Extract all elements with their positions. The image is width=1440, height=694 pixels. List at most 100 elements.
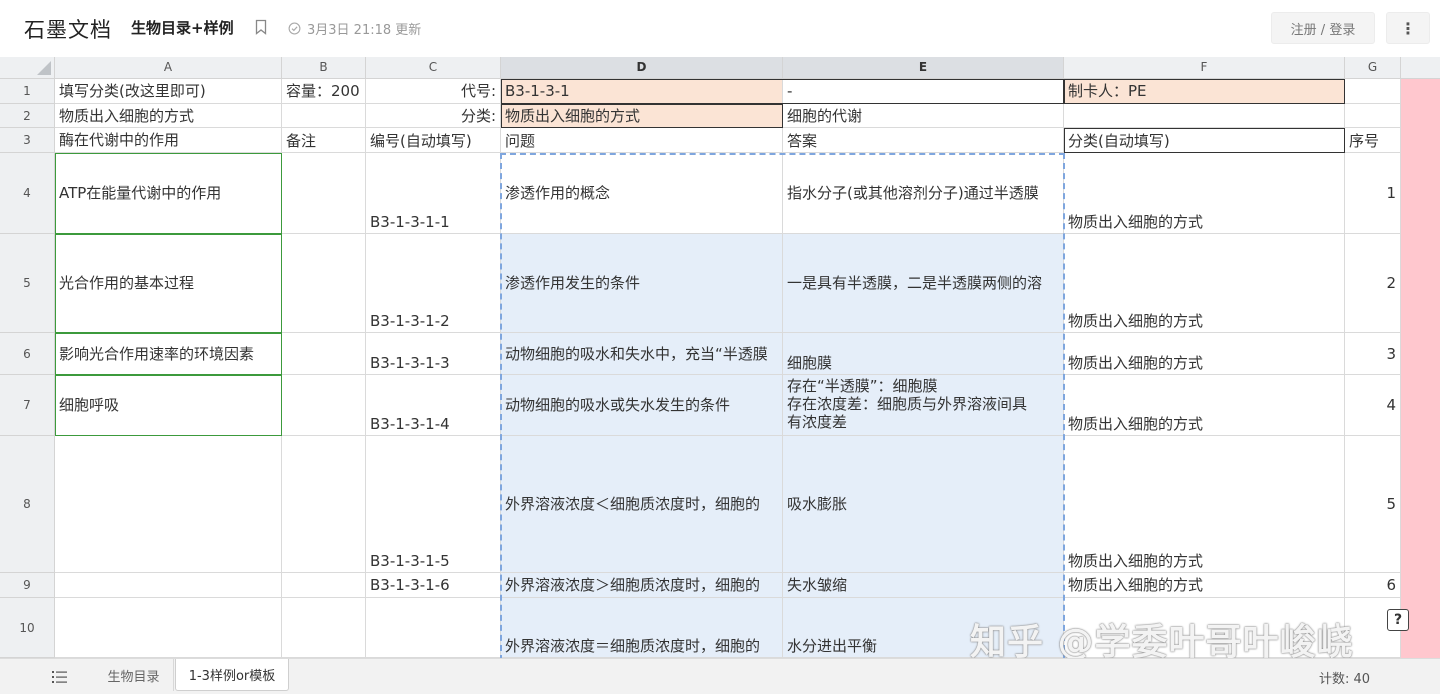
cell-a2[interactable]: 物质出入细胞的方式 (55, 104, 282, 128)
cell-f4[interactable]: 物质出入细胞的方式 (1064, 153, 1345, 234)
cell-a6[interactable]: 影响光合作用速率的环境因素 (55, 333, 282, 375)
cell-c3[interactable]: 编号(自动填写) (366, 128, 501, 153)
cell-e6[interactable]: 细胞膜 (783, 333, 1064, 375)
cell-g2[interactable] (1345, 104, 1401, 128)
select-all-corner[interactable] (0, 57, 55, 79)
cell-f7[interactable]: 物质出入细胞的方式 (1064, 375, 1345, 436)
cell-g5[interactable]: 2 (1345, 234, 1401, 333)
cell-e5[interactable]: 一是具有半透膜，二是半透膜两侧的溶 (783, 234, 1064, 333)
cell-b6[interactable] (282, 333, 366, 375)
cell-g3[interactable]: 序号 (1345, 128, 1401, 153)
cell-d3[interactable]: 问题 (501, 128, 783, 153)
cell-b1[interactable]: 容量：200 (282, 79, 366, 104)
column-header-f[interactable]: F (1064, 57, 1345, 79)
cell-a9[interactable] (55, 573, 282, 598)
cell-c5[interactable]: B3-1-3-1-2 (366, 234, 501, 333)
cell-e10[interactable]: 水分进出平衡 (783, 598, 1064, 658)
column-header-h[interactable] (1401, 57, 1440, 79)
column-header-b[interactable]: B (282, 57, 366, 79)
cell-a3[interactable]: 酶在代谢中的作用 (55, 128, 282, 153)
cell-f8[interactable]: 物质出入细胞的方式 (1064, 436, 1345, 573)
cell-g9[interactable]: 6 (1345, 573, 1401, 598)
cell-b7[interactable] (282, 375, 366, 436)
sheet-tab-biology-catalog[interactable]: 生物目录 (94, 659, 174, 691)
more-options-button[interactable]: ⋮ (1386, 12, 1430, 44)
cell-e2[interactable]: 细胞的代谢 (783, 104, 1064, 128)
cell-a5[interactable]: 光合作用的基本过程 (55, 234, 282, 333)
cell-g4[interactable]: 1 (1345, 153, 1401, 234)
cell-b5[interactable] (282, 234, 366, 333)
sheet-tab-sample-template[interactable]: 1-3样例or模板 (175, 659, 289, 691)
cell-f5[interactable]: 物质出入细胞的方式 (1064, 234, 1345, 333)
cell-a10[interactable] (55, 598, 282, 658)
row-header-7[interactable]: 7 (0, 375, 55, 436)
column-header-e[interactable]: E (783, 57, 1064, 79)
cell-e8[interactable]: 吸水膨胀 (783, 436, 1064, 573)
cell-e4[interactable]: 指水分子(或其他溶剂分子)通过半透膜 (783, 153, 1064, 234)
cell-g1[interactable] (1345, 79, 1401, 104)
cell-c4[interactable]: B3-1-3-1-1 (366, 153, 501, 234)
cell-a7[interactable]: 细胞呼吸 (55, 375, 282, 436)
cell-a8[interactable] (55, 436, 282, 573)
document-title[interactable]: 生物目录+样例 (131, 17, 234, 38)
cell-c1[interactable]: 代号: (366, 79, 501, 104)
row-header-8[interactable]: 8 (0, 436, 55, 573)
help-icon[interactable]: ? (1387, 609, 1409, 631)
cell-d5[interactable]: 渗透作用发生的条件 (501, 234, 783, 333)
cell-f10[interactable] (1064, 598, 1345, 658)
cell-b2[interactable] (282, 104, 366, 128)
row-header-6[interactable]: 6 (0, 333, 55, 375)
cell-f1[interactable]: 制卡人：PE (1064, 79, 1345, 104)
cell-b9[interactable] (282, 573, 366, 598)
spreadsheet-grid[interactable]: A B C D E F G 1 2 3 4 5 6 7 8 9 10 填写分类(… (0, 57, 1440, 658)
cell-e3[interactable]: 答案 (783, 128, 1064, 153)
row-header-5[interactable]: 5 (0, 234, 55, 333)
row-header-4[interactable]: 4 (0, 153, 55, 234)
cell-c7[interactable]: B3-1-3-1-4 (366, 375, 501, 436)
cell-d10[interactable]: 外界溶液浓度＝细胞质浓度时，细胞的 (501, 598, 783, 658)
cell-b8[interactable] (282, 436, 366, 573)
cell-g8[interactable]: 5 (1345, 436, 1401, 573)
cell-g7[interactable]: 4 (1345, 375, 1401, 436)
cell-f6[interactable]: 物质出入细胞的方式 (1064, 333, 1345, 375)
sheet-list-icon[interactable] (50, 668, 70, 686)
row-header-10[interactable]: 10 (0, 598, 55, 658)
row-header-9[interactable]: 9 (0, 573, 55, 598)
column-header-c[interactable]: C (366, 57, 501, 79)
cell-d7[interactable]: 动物细胞的吸水或失水发生的条件 (501, 375, 783, 436)
cell-f3[interactable]: 分类(自动填写) (1064, 128, 1345, 153)
cell-c8[interactable]: B3-1-3-1-5 (366, 436, 501, 573)
cell-d1[interactable]: B3-1-3-1 (501, 79, 783, 104)
cell-c10[interactable] (366, 598, 501, 658)
cell-d4[interactable]: 渗透作用的概念 (501, 153, 783, 234)
app-header: 石墨文档 生物目录+样例 3月3日 21:18 更新 注册 / 登录 ⋮ (0, 0, 1440, 58)
cell-b4[interactable] (282, 153, 366, 234)
cell-a4[interactable]: ATP在能量代谢中的作用 (55, 153, 282, 234)
cell-f9[interactable]: 物质出入细胞的方式 (1064, 573, 1345, 598)
cell-c9[interactable]: B3-1-3-1-6 (366, 573, 501, 598)
login-button[interactable]: 注册 / 登录 (1271, 12, 1375, 44)
highlighted-column[interactable] (1401, 79, 1440, 658)
cell-a1[interactable]: 填写分类(改这里即可) (55, 79, 282, 104)
bookmark-icon[interactable] (255, 19, 267, 35)
row-header-2[interactable]: 2 (0, 104, 55, 128)
cell-c2[interactable]: 分类: (366, 104, 501, 128)
cell-f2[interactable] (1064, 104, 1345, 128)
cell-d2[interactable]: 物质出入细胞的方式 (501, 104, 783, 128)
cell-c6[interactable]: B3-1-3-1-3 (366, 333, 501, 375)
cell-e1[interactable]: - (783, 79, 1064, 104)
app-brand[interactable]: 石墨文档 (24, 14, 112, 44)
cell-e9[interactable]: 失水皱缩 (783, 573, 1064, 598)
cell-d6[interactable]: 动物细胞的吸水和失水中，充当“半透膜 (501, 333, 783, 375)
column-header-g[interactable]: G (1345, 57, 1401, 79)
cell-e7[interactable]: 存在“半透膜”：细胞膜 存在浓度差：细胞质与外界溶液间具 有浓度差 (783, 375, 1064, 436)
row-header-1[interactable]: 1 (0, 79, 55, 104)
column-header-a[interactable]: A (55, 57, 282, 79)
cell-d9[interactable]: 外界溶液浓度＞细胞质浓度时，细胞的 (501, 573, 783, 598)
cell-b10[interactable] (282, 598, 366, 658)
row-header-3[interactable]: 3 (0, 128, 55, 153)
cell-g6[interactable]: 3 (1345, 333, 1401, 375)
column-header-d[interactable]: D (501, 57, 783, 79)
cell-d8[interactable]: 外界溶液浓度＜细胞质浓度时，细胞的 (501, 436, 783, 573)
cell-b3[interactable]: 备注 (282, 128, 366, 153)
